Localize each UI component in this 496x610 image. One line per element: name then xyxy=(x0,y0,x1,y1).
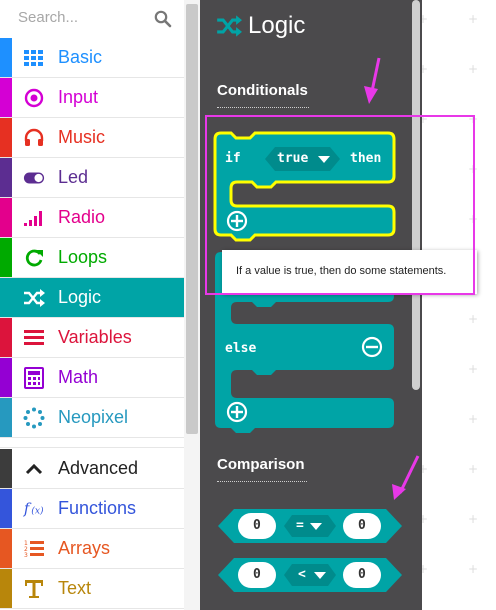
tooltip-text: If a value is true, then do some stateme… xyxy=(236,265,447,277)
operator-label: = xyxy=(296,518,304,533)
left-number-value: 0 xyxy=(253,518,261,533)
section-underline xyxy=(217,481,307,482)
operator-dropdown[interactable] xyxy=(284,515,336,537)
true-value-label: true xyxy=(277,151,309,166)
else-keyword: else xyxy=(225,341,257,356)
operator-label: < xyxy=(298,567,306,582)
right-number-value: 0 xyxy=(358,518,366,533)
if-keyword: if xyxy=(225,151,241,166)
block-tooltip: If a value is true, then do some stateme… xyxy=(222,250,477,294)
then-keyword: then xyxy=(350,151,382,166)
blocks-canvas xyxy=(213,131,402,592)
section-label-comparison: Comparison xyxy=(217,456,305,473)
operator-dropdown[interactable] xyxy=(284,564,336,586)
left-number-value: 0 xyxy=(253,567,261,582)
right-number-value: 0 xyxy=(358,567,366,582)
